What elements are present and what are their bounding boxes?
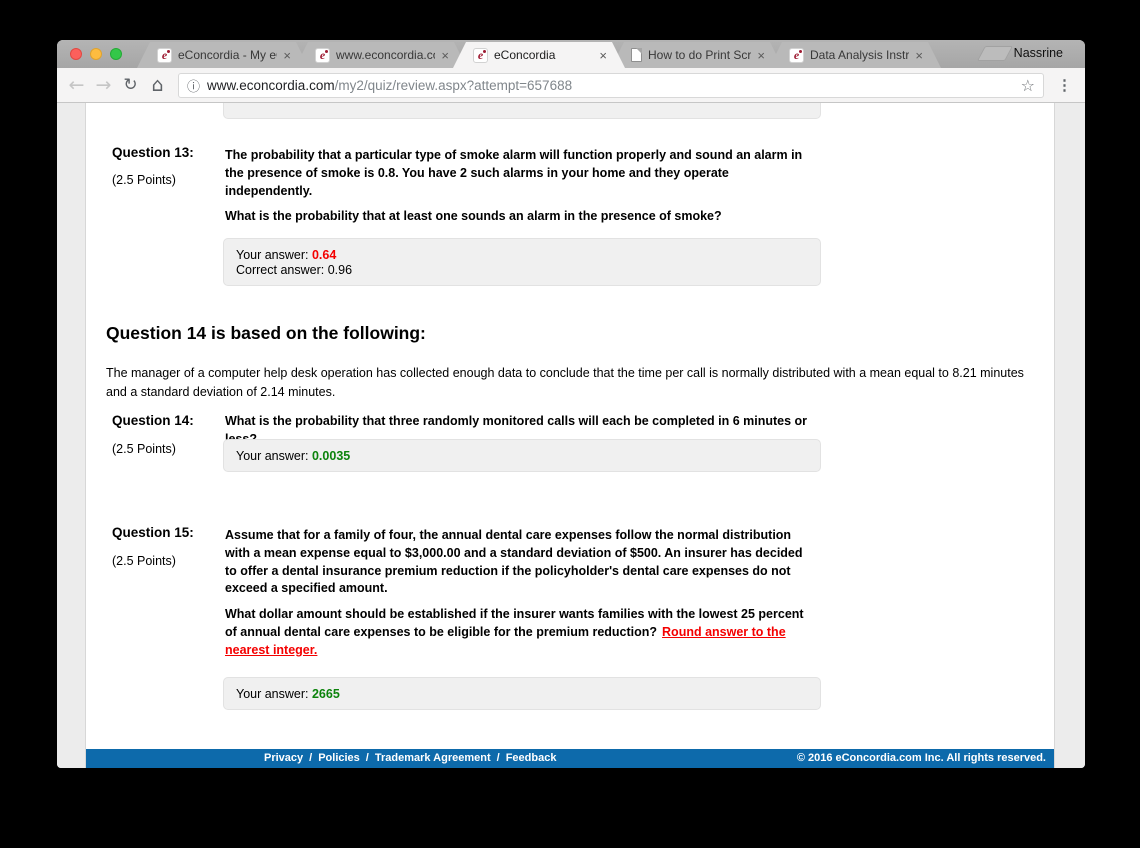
tab-title: eConcordia - My eC [178, 48, 277, 62]
partial-answer-label: Your answer: [236, 103, 309, 106]
footer-copyright: © 2016 eConcordia.com Inc. All rights re… [797, 749, 1046, 768]
your-answer-value: 0.64 [312, 248, 336, 262]
page-footer: Privacy / Policies / Trademark Agreement… [86, 749, 1054, 768]
correct-answer-row: Correct answer: 0.96 [236, 263, 808, 278]
correct-answer-label: Correct answer: [236, 263, 324, 277]
browser-window: e eConcordia - My eC × e www.econcordia.… [57, 40, 1085, 768]
url-host: www.econcordia.com [207, 78, 335, 93]
tab-econcordia-my[interactable]: e eConcordia - My eC × [137, 42, 309, 68]
privacy-link[interactable]: Privacy [264, 749, 303, 768]
document-favicon-icon [631, 48, 642, 62]
question14-section-heading: Question 14 is based on the following: [106, 323, 426, 344]
answer-box-partial: Your answer: 0.99 [223, 103, 821, 119]
question14-points: (2.5 Points) [112, 442, 176, 456]
tab-title: eConcordia [494, 48, 593, 62]
question13-paragraph1: The probability that a particular type o… [225, 147, 807, 200]
home-button-icon[interactable]: ⌂ [144, 76, 171, 95]
your-answer-value: 2665 [312, 687, 340, 701]
footer-separator: / [309, 749, 312, 768]
footer-separator: / [497, 749, 500, 768]
question13-label: Question 13: [112, 145, 194, 160]
question15-paragraph2: What dollar amount should be established… [225, 606, 810, 659]
tab-close-icon[interactable]: × [915, 49, 923, 62]
your-answer-label: Your answer: [236, 248, 309, 262]
policies-link[interactable]: Policies [318, 749, 360, 768]
tab-print-screen-help[interactable]: How to do Print Scr × [611, 42, 783, 68]
partial-answer-row: Your answer: 0.99 [236, 103, 808, 107]
tab-close-icon[interactable]: × [283, 49, 291, 62]
tab-title: How to do Print Scr [648, 48, 751, 62]
feedback-link[interactable]: Feedback [506, 749, 557, 768]
footer-separator: / [366, 749, 369, 768]
tab-strip: e eConcordia - My eC × e www.econcordia.… [57, 40, 1085, 68]
tab-econcordia-active[interactable]: e eConcordia × [453, 42, 625, 68]
tab-title: www.econcordia.co [336, 48, 435, 62]
new-tab-button[interactable] [977, 46, 1013, 61]
refresh-button-icon[interactable]: ↻ [117, 77, 144, 94]
tab-data-analysis[interactable]: e Data Analysis Instru × [769, 42, 941, 68]
question15-paragraph1: Assume that for a family of four, the an… [225, 527, 810, 598]
your-answer-row: Your answer: 0.0035 [236, 449, 808, 464]
tab-close-icon[interactable]: × [599, 49, 607, 62]
url-text[interactable]: www.econcordia.com/my2/quiz/review.aspx?… [207, 78, 1014, 93]
question14-answer-box: Your answer: 0.0035 [223, 439, 821, 472]
question14-label: Question 14: [112, 413, 194, 428]
econcordia-favicon-icon: e [789, 48, 804, 63]
profile-name[interactable]: Nassrine [1014, 46, 1063, 60]
question13-paragraph2: What is the probability that at least on… [225, 208, 807, 226]
econcordia-favicon-icon: e [315, 48, 330, 63]
fullscreen-window-button[interactable] [110, 48, 122, 60]
econcordia-favicon-icon: e [473, 48, 488, 63]
address-bar[interactable]: ⓘ www.econcordia.com/my2/quiz/review.asp… [178, 73, 1044, 98]
trademark-agreement-link[interactable]: Trademark Agreement [375, 749, 491, 768]
quiz-review-page: Your answer: 0.99 Question 13: (2.5 Poin… [85, 103, 1055, 768]
question13-answer-box: Your answer: 0.64 Correct answer: 0.96 [223, 238, 821, 286]
question15-text: Assume that for a family of four, the an… [225, 527, 810, 667]
your-answer-label: Your answer: [236, 449, 309, 463]
your-answer-label: Your answer: [236, 687, 309, 701]
question15-points: (2.5 Points) [112, 554, 176, 568]
bookmark-star-icon[interactable]: ☆ [1021, 76, 1035, 95]
tab-close-icon[interactable]: × [441, 49, 449, 62]
question15-label: Question 15: [112, 525, 194, 540]
browser-toolbar: ← → ↻ ⌂ ⓘ www.econcordia.com/my2/quiz/re… [57, 68, 1085, 103]
page-viewport: Your answer: 0.99 Question 13: (2.5 Poin… [57, 103, 1085, 768]
url-path: /my2/quiz/review.aspx?attempt=657688 [335, 78, 573, 93]
your-answer-row: Your answer: 0.64 [236, 248, 808, 263]
partial-answer-value: 0.99 [312, 103, 336, 106]
question13-text: The probability that a particular type o… [225, 147, 807, 234]
question15-answer-box: Your answer: 2665 [223, 677, 821, 710]
tab-econcordia-www[interactable]: e www.econcordia.co × [295, 42, 467, 68]
question14-intro-paragraph: The manager of a computer help desk oper… [106, 364, 1028, 403]
tab-close-icon[interactable]: × [757, 49, 765, 62]
your-answer-row: Your answer: 2665 [236, 687, 808, 702]
econcordia-favicon-icon: e [157, 48, 172, 63]
your-answer-value: 0.0035 [312, 449, 350, 463]
window-controls [70, 48, 122, 60]
close-window-button[interactable] [70, 48, 82, 60]
page-info-icon[interactable]: ⓘ [187, 76, 200, 95]
forward-button-icon[interactable]: → [90, 76, 117, 95]
back-button-icon[interactable]: ← [63, 76, 90, 95]
tab-list: e eConcordia - My eC × e www.econcordia.… [137, 42, 927, 68]
question13-points: (2.5 Points) [112, 173, 176, 187]
footer-links: Privacy / Policies / Trademark Agreement… [264, 749, 556, 768]
minimize-window-button[interactable] [90, 48, 102, 60]
browser-menu-icon[interactable]: ⋮ [1057, 76, 1072, 94]
tab-title: Data Analysis Instru [810, 48, 909, 62]
correct-answer-value: 0.96 [328, 263, 352, 277]
